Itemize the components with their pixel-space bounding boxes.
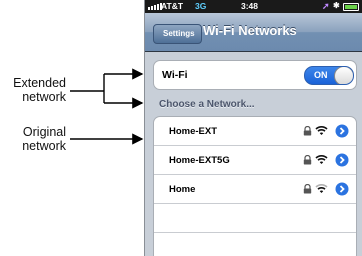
lock-icon — [303, 184, 312, 194]
status-bar: AT&T 3G 3:48 ➚ ✱ — [145, 0, 362, 13]
page-title: Wi-Fi Networks — [203, 23, 297, 38]
network-list: Home-EXT Home-EXT5G Home — [153, 116, 357, 256]
phone-screen: AT&T 3G 3:48 ➚ ✱ Settings Wi-Fi Networks… — [144, 0, 362, 256]
wifi-signal-icon — [315, 184, 328, 193]
navigation-bar: Settings Wi-Fi Networks — [145, 13, 362, 52]
network-details-chevron-icon[interactable] — [335, 182, 349, 196]
lock-icon — [303, 155, 312, 165]
clock: 3:48 — [241, 1, 259, 11]
signal-strength-icon — [148, 2, 162, 10]
network-name: Home-EXT5G — [169, 155, 230, 166]
wifi-toggle-row: Wi-Fi ON — [153, 60, 357, 90]
network-name: Home-EXT — [169, 126, 218, 137]
toggle-state-label: ON — [314, 70, 328, 80]
wifi-signal-icon — [315, 155, 328, 164]
network-row-other[interactable] — [154, 204, 356, 233]
battery-icon — [343, 3, 359, 11]
settings-back-button[interactable]: Settings — [153, 24, 202, 44]
choose-network-header: Choose a Network... — [159, 99, 255, 110]
bluetooth-icon: ✱ — [333, 1, 340, 10]
network-type-label: 3G — [195, 1, 207, 11]
network-name: Home — [169, 184, 196, 195]
back-button-label: Settings — [163, 29, 195, 38]
wifi-signal-icon — [315, 126, 328, 135]
wifi-label: Wi-Fi — [162, 69, 188, 81]
lock-icon — [303, 126, 312, 136]
network-row-empty — [154, 233, 356, 256]
network-details-chevron-icon[interactable] — [335, 153, 349, 167]
network-row-home-ext[interactable]: Home-EXT — [154, 117, 356, 146]
network-row-home[interactable]: Home — [154, 175, 356, 204]
location-icon: ➚ — [322, 1, 330, 11]
network-details-chevron-icon[interactable] — [335, 124, 349, 138]
wifi-toggle-switch[interactable]: ON — [304, 66, 354, 85]
toggle-knob — [334, 67, 353, 84]
carrier-label: AT&T — [161, 1, 184, 11]
network-row-home-ext5g[interactable]: Home-EXT5G — [154, 146, 356, 175]
